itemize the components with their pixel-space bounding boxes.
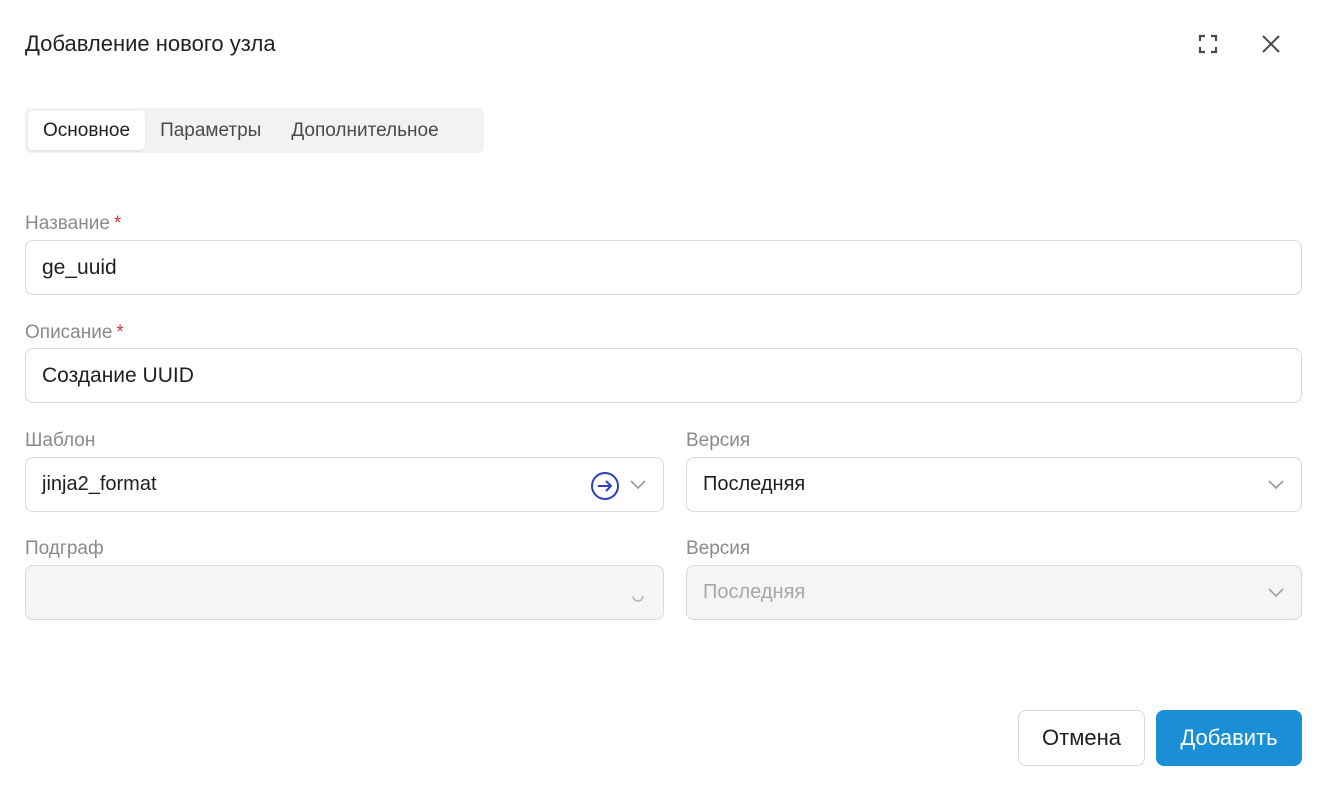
subgraph-label: Подграф <box>25 538 104 559</box>
name-label-text: Название <box>25 213 110 234</box>
description-field[interactable] <box>25 348 1302 403</box>
add-node-dialog: Добавление нового узла Основное Параметр… <box>0 0 1329 790</box>
tab-main[interactable]: Основное <box>28 111 146 150</box>
template-value: jinja2_format <box>42 473 157 495</box>
subgraph-version-select: Последняя <box>686 565 1302 620</box>
description-input[interactable] <box>42 363 1285 388</box>
template-label: Шаблон <box>25 430 96 451</box>
cancel-button[interactable]: Отмена <box>1018 710 1145 766</box>
chevron-down-icon <box>1268 588 1284 598</box>
required-mark: * <box>113 213 122 234</box>
expand-button[interactable] <box>1192 28 1224 60</box>
subgraph-select <box>25 565 664 620</box>
tab-bar: Основное Параметры Дополнительное <box>25 108 484 153</box>
template-version-select[interactable]: Последняя <box>686 457 1302 512</box>
name-input[interactable] <box>42 255 1285 280</box>
spinner-icon <box>632 595 644 602</box>
template-select[interactable]: jinja2_format <box>25 457 664 512</box>
template-version-value: Последняя <box>703 473 806 495</box>
tab-additional[interactable]: Дополнительное <box>276 111 453 150</box>
template-version-label: Версия <box>686 430 751 451</box>
expand-icon <box>1198 34 1218 54</box>
subgraph-version-value: Последняя <box>703 581 806 603</box>
name-field[interactable] <box>25 240 1302 295</box>
tab-parameters[interactable]: Параметры <box>145 111 276 150</box>
arrow-right-circle-icon[interactable] <box>590 471 620 501</box>
close-icon <box>1262 35 1280 53</box>
description-label-text: Описание <box>25 322 113 343</box>
chevron-down-icon <box>1268 480 1284 490</box>
name-label: Название * <box>25 213 121 235</box>
required-mark: * <box>116 322 124 343</box>
description-label: Описание * <box>25 322 124 344</box>
chevron-down-icon <box>630 480 646 490</box>
dialog-title: Добавление нового узла <box>25 31 276 56</box>
close-button[interactable] <box>1255 28 1287 60</box>
subgraph-version-label: Версия <box>686 538 751 559</box>
add-button[interactable]: Добавить <box>1156 710 1302 766</box>
